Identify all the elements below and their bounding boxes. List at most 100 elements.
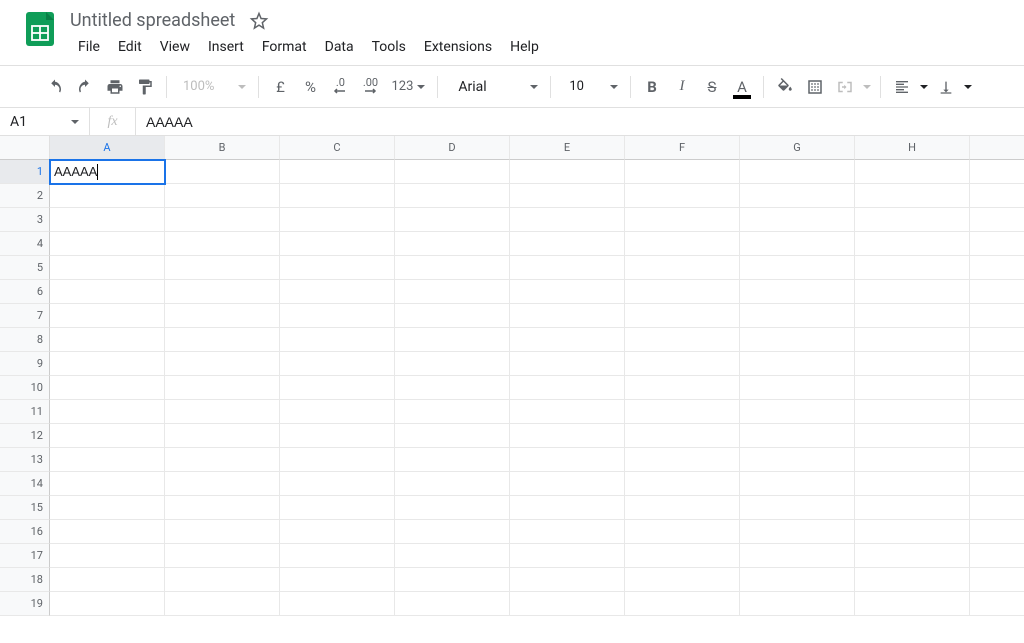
- row-header[interactable]: 9: [0, 352, 50, 376]
- cell[interactable]: [625, 280, 740, 304]
- cell[interactable]: [280, 352, 395, 376]
- menu-format[interactable]: Format: [254, 35, 315, 59]
- cell[interactable]: [395, 160, 510, 184]
- cell[interactable]: [280, 424, 395, 448]
- cell[interactable]: [970, 520, 1024, 544]
- menu-edit[interactable]: Edit: [110, 35, 150, 59]
- cell[interactable]: [970, 280, 1024, 304]
- column-header[interactable]: E: [510, 136, 625, 160]
- cell[interactable]: [740, 256, 855, 280]
- cell[interactable]: [970, 496, 1024, 520]
- cell[interactable]: [280, 304, 395, 328]
- cell[interactable]: [740, 424, 855, 448]
- row-header[interactable]: 7: [0, 304, 50, 328]
- cell[interactable]: [165, 304, 280, 328]
- cell[interactable]: [50, 352, 165, 376]
- row-header[interactable]: 12: [0, 424, 50, 448]
- cell[interactable]: [855, 280, 970, 304]
- cell[interactable]: [50, 304, 165, 328]
- cell[interactable]: [970, 568, 1024, 592]
- cell[interactable]: [280, 472, 395, 496]
- cell[interactable]: [510, 304, 625, 328]
- cell[interactable]: [970, 448, 1024, 472]
- bold-button[interactable]: B: [637, 73, 667, 101]
- cell[interactable]: [510, 592, 625, 616]
- row-header[interactable]: 3: [0, 208, 50, 232]
- cell[interactable]: [740, 448, 855, 472]
- menu-tools[interactable]: Tools: [364, 35, 414, 59]
- cell[interactable]: [510, 256, 625, 280]
- cell[interactable]: [855, 424, 970, 448]
- cell[interactable]: [855, 400, 970, 424]
- cell[interactable]: [395, 280, 510, 304]
- cell[interactable]: [50, 208, 165, 232]
- cell[interactable]: [970, 184, 1024, 208]
- cell[interactable]: [395, 256, 510, 280]
- currency-button[interactable]: £: [265, 73, 295, 101]
- cell[interactable]: [280, 160, 395, 184]
- cell[interactable]: [395, 592, 510, 616]
- cell[interactable]: [50, 376, 165, 400]
- cell[interactable]: [50, 256, 165, 280]
- cell[interactable]: [970, 400, 1024, 424]
- menu-view[interactable]: View: [152, 35, 198, 59]
- cell[interactable]: [50, 592, 165, 616]
- cell[interactable]: [165, 256, 280, 280]
- cell[interactable]: [625, 160, 740, 184]
- row-header[interactable]: 2: [0, 184, 50, 208]
- borders-button[interactable]: [800, 73, 830, 101]
- column-header[interactable]: F: [625, 136, 740, 160]
- increase-decimal-button[interactable]: .00: [355, 73, 385, 101]
- cell[interactable]: [970, 328, 1024, 352]
- cell[interactable]: [280, 280, 395, 304]
- cell[interactable]: [395, 352, 510, 376]
- align-caret[interactable]: [917, 73, 931, 101]
- cell[interactable]: [165, 400, 280, 424]
- cell[interactable]: [855, 544, 970, 568]
- sheets-logo[interactable]: [20, 8, 60, 48]
- cell[interactable]: [625, 400, 740, 424]
- cell[interactable]: [855, 592, 970, 616]
- row-header[interactable]: 16: [0, 520, 50, 544]
- cell[interactable]: [395, 424, 510, 448]
- cell[interactable]: [510, 328, 625, 352]
- row-header[interactable]: 13: [0, 448, 50, 472]
- cell[interactable]: [970, 304, 1024, 328]
- cell[interactable]: [625, 304, 740, 328]
- cell[interactable]: [625, 568, 740, 592]
- cell[interactable]: [970, 232, 1024, 256]
- cell[interactable]: [165, 232, 280, 256]
- cell[interactable]: [280, 376, 395, 400]
- cell[interactable]: [855, 352, 970, 376]
- menu-file[interactable]: File: [70, 35, 108, 59]
- cell[interactable]: [395, 208, 510, 232]
- row-header[interactable]: 5: [0, 256, 50, 280]
- cell[interactable]: [740, 208, 855, 232]
- cell[interactable]: [970, 376, 1024, 400]
- column-header[interactable]: B: [165, 136, 280, 160]
- cell[interactable]: [165, 376, 280, 400]
- cell[interactable]: [395, 472, 510, 496]
- cell[interactable]: [165, 592, 280, 616]
- cell[interactable]: [510, 160, 625, 184]
- cell[interactable]: [970, 424, 1024, 448]
- cell[interactable]: [625, 328, 740, 352]
- cell[interactable]: [165, 544, 280, 568]
- cell[interactable]: [510, 232, 625, 256]
- cell[interactable]: [510, 376, 625, 400]
- menu-help[interactable]: Help: [502, 35, 547, 59]
- row-header[interactable]: 19: [0, 592, 50, 616]
- merge-caret[interactable]: [860, 73, 874, 101]
- cell[interactable]: [625, 520, 740, 544]
- row-header[interactable]: 14: [0, 472, 50, 496]
- cell[interactable]: [50, 232, 165, 256]
- paint-format-button[interactable]: [130, 73, 160, 101]
- row-header[interactable]: 4: [0, 232, 50, 256]
- percent-button[interactable]: %: [295, 73, 325, 101]
- cell[interactable]: [855, 256, 970, 280]
- cell[interactable]: [280, 448, 395, 472]
- cell[interactable]: [970, 256, 1024, 280]
- text-color-button[interactable]: A: [727, 73, 757, 101]
- cell[interactable]: [280, 568, 395, 592]
- cell[interactable]: [855, 520, 970, 544]
